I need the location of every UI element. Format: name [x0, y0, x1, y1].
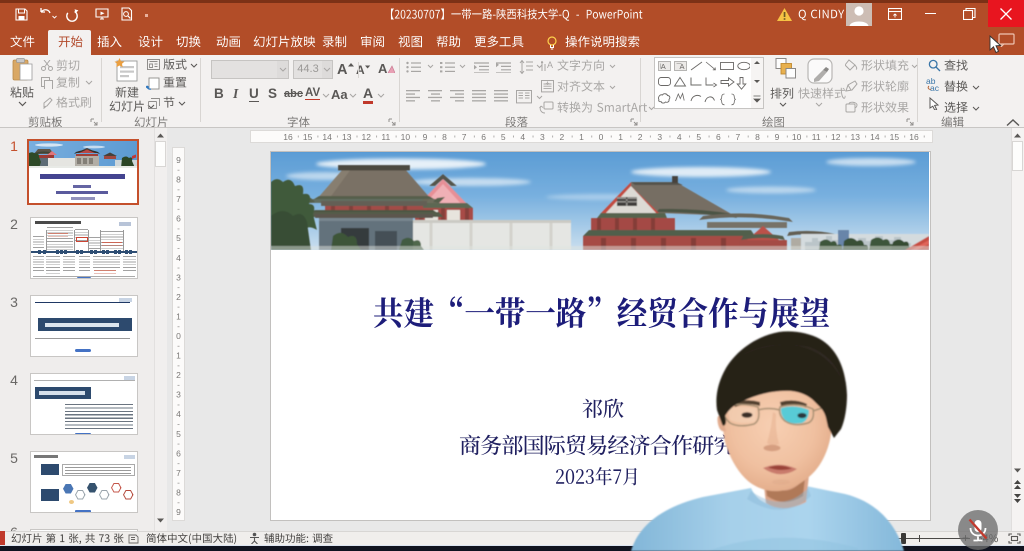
svg-text:5: 5: [176, 233, 181, 243]
svg-text:9: 9: [176, 507, 181, 517]
svg-text:4: 4: [677, 132, 682, 142]
svg-text:3: 3: [176, 390, 181, 400]
svg-text:6: 6: [481, 132, 486, 142]
svg-text:9: 9: [423, 132, 428, 142]
svg-text:16: 16: [283, 132, 293, 142]
svg-text:ac: ac: [930, 83, 940, 91]
svg-text:A: A: [661, 62, 666, 71]
svg-text:15: 15: [303, 132, 313, 142]
svg-text:3: 3: [176, 272, 181, 282]
svg-text:3: 3: [657, 132, 662, 142]
svg-text:12: 12: [362, 132, 372, 142]
svg-text:4: 4: [520, 132, 525, 142]
svg-text:9: 9: [176, 155, 181, 165]
svg-text:0: 0: [599, 132, 604, 142]
svg-text:8: 8: [442, 132, 447, 142]
svg-text:1: 1: [176, 311, 181, 321]
svg-text:5: 5: [501, 132, 506, 142]
svg-text:8: 8: [176, 487, 181, 497]
svg-text:4: 4: [176, 409, 181, 419]
svg-text:7: 7: [462, 132, 467, 142]
svg-text:12: 12: [831, 132, 841, 142]
svg-text:15: 15: [890, 132, 900, 142]
svg-text:2: 2: [176, 292, 181, 302]
svg-text:13: 13: [851, 132, 861, 142]
svg-text:10: 10: [401, 132, 411, 142]
svg-text:2: 2: [638, 132, 643, 142]
svg-text:8: 8: [176, 175, 181, 185]
svg-text:A: A: [337, 62, 348, 76]
svg-text:6: 6: [176, 214, 181, 224]
svg-text:2: 2: [176, 370, 181, 380]
svg-text:8: 8: [755, 132, 760, 142]
svg-text:11: 11: [381, 132, 390, 142]
svg-text:9: 9: [775, 132, 780, 142]
svg-text:6: 6: [716, 132, 721, 142]
svg-text:11: 11: [812, 132, 821, 142]
svg-text:0: 0: [176, 331, 181, 341]
svg-text:A: A: [547, 60, 553, 70]
svg-text:1: 1: [176, 351, 181, 361]
svg-text:6: 6: [176, 448, 181, 458]
svg-text:14: 14: [870, 132, 880, 142]
svg-text:A: A: [378, 61, 388, 76]
svg-text:4: 4: [176, 253, 181, 263]
svg-text:10: 10: [792, 132, 802, 142]
svg-text:5: 5: [176, 429, 181, 439]
svg-text:2: 2: [560, 132, 565, 142]
svg-text:7: 7: [176, 194, 181, 204]
svg-text:1: 1: [579, 132, 584, 142]
svg-text:3: 3: [540, 132, 545, 142]
svg-text:1: 1: [618, 132, 623, 142]
svg-text:14: 14: [322, 132, 332, 142]
svg-text:13: 13: [342, 132, 352, 142]
svg-text:16: 16: [909, 132, 919, 142]
svg-text:5: 5: [696, 132, 701, 142]
svg-text:7: 7: [176, 468, 181, 478]
svg-text:7: 7: [736, 132, 741, 142]
